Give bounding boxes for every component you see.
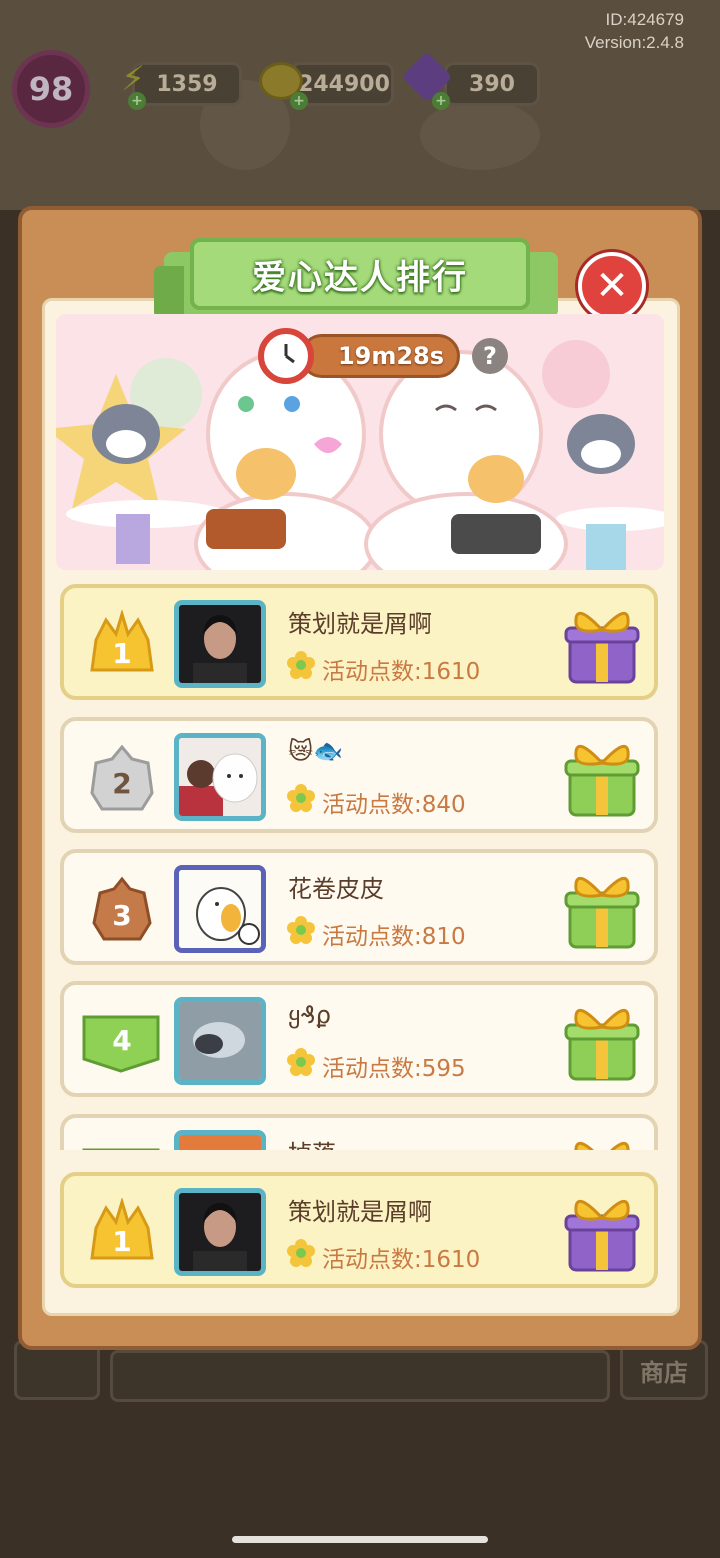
gift-box-icon[interactable]	[564, 600, 640, 686]
gift-box-icon[interactable]	[564, 997, 640, 1083]
close-icon: ✕	[595, 263, 629, 309]
timer-text: 19m28s	[337, 342, 445, 370]
version-text: Version:2.4.8	[584, 33, 684, 52]
my-rank-row[interactable]: 1 策划就是屑啊 活动点数:1610	[60, 1172, 658, 1288]
flower-icon	[287, 916, 315, 944]
ranking-list[interactable]: 1 策划就是屑啊 活动点数:1610 2 😿🐟 活动点数:840 3 花卷皮皮 …	[56, 580, 666, 1150]
player-name: 掉落	[288, 1134, 336, 1150]
event-timer: 19m28s	[300, 334, 460, 378]
bottom-bar	[110, 1350, 610, 1402]
activity-points: 活动点数:595	[322, 1056, 466, 1082]
rank-badge-green: 5	[82, 1140, 160, 1150]
coin-value: 244900	[298, 71, 390, 97]
rank-number: 4	[112, 1023, 132, 1057]
avatar[interactable]	[174, 997, 266, 1085]
title-banner: 爱心达人排行	[190, 238, 530, 310]
rank-number: 1	[112, 1224, 132, 1258]
rank-badge-gold: 1	[86, 610, 158, 682]
player-level-badge[interactable]: 98	[12, 50, 90, 128]
avatar[interactable]	[174, 1130, 266, 1150]
ranking-row[interactable]: 1 策划就是屑啊 活动点数:1610	[60, 584, 658, 700]
activity-points: 活动点数:1610	[322, 1247, 481, 1273]
rank-number: 3	[112, 898, 132, 932]
flower-icon	[287, 784, 315, 812]
help-icon: ?	[483, 342, 497, 370]
shop-label: 商店	[640, 1358, 688, 1387]
rank-badge-gold: 1	[86, 1198, 158, 1270]
add-energy-icon[interactable]: +	[128, 92, 146, 110]
energy-value: 1359	[156, 71, 218, 97]
gift-box-icon[interactable]	[564, 733, 640, 819]
help-button[interactable]: ?	[472, 338, 508, 374]
flower-icon	[287, 1048, 315, 1076]
ranking-row[interactable]: 4 ყ₰ϼ 活动点数:595	[60, 981, 658, 1097]
gift-box-icon[interactable]	[564, 1130, 640, 1150]
player-name: 花卷皮皮	[288, 875, 384, 903]
build-info: ID:424679 Version:2.4.8	[585, 8, 684, 54]
avatar[interactable]	[174, 600, 266, 688]
avatar[interactable]	[174, 733, 266, 821]
player-name: 😿🐟	[288, 737, 343, 765]
close-button[interactable]: ✕	[578, 252, 646, 320]
home-indicator[interactable]	[232, 1536, 488, 1543]
rank-badge-green: 4	[82, 1007, 160, 1079]
player-id: ID:424679	[605, 10, 684, 29]
flower-icon	[287, 651, 315, 679]
rank-number: 1	[112, 636, 132, 670]
player-name: 策划就是屑啊	[288, 610, 432, 638]
background-decoration	[420, 100, 540, 170]
avatar[interactable]	[174, 1188, 266, 1276]
player-level: 98	[28, 70, 74, 108]
rank-badge-silver: 2	[86, 743, 158, 815]
gift-box-icon[interactable]	[564, 865, 640, 951]
rank-badge-bronze: 3	[86, 875, 158, 947]
activity-points: 活动点数:1610	[322, 659, 481, 685]
activity-points: 活动点数:810	[322, 924, 466, 950]
gift-box-icon[interactable]	[564, 1188, 640, 1274]
gem-value: 390	[469, 71, 515, 97]
gem-counter[interactable]: 390	[444, 62, 540, 106]
flower-icon	[287, 1239, 315, 1267]
rank-number: 2	[112, 766, 132, 800]
player-name: 策划就是屑啊	[288, 1198, 432, 1226]
ranking-row[interactable]: 2 😿🐟 活动点数:840	[60, 717, 658, 833]
ranking-row[interactable]: 5 掉落	[60, 1114, 658, 1150]
ranking-row[interactable]: 3 花卷皮皮 活动点数:810	[60, 849, 658, 965]
add-gems-icon[interactable]: +	[432, 92, 450, 110]
add-coins-icon[interactable]: +	[290, 92, 308, 110]
clock-icon	[258, 328, 314, 384]
panel-title: 爱心达人排行	[252, 257, 468, 298]
avatar[interactable]	[174, 865, 266, 953]
activity-points: 活动点数:840	[322, 792, 466, 818]
player-name: ყ₰ϼ	[288, 1001, 331, 1029]
